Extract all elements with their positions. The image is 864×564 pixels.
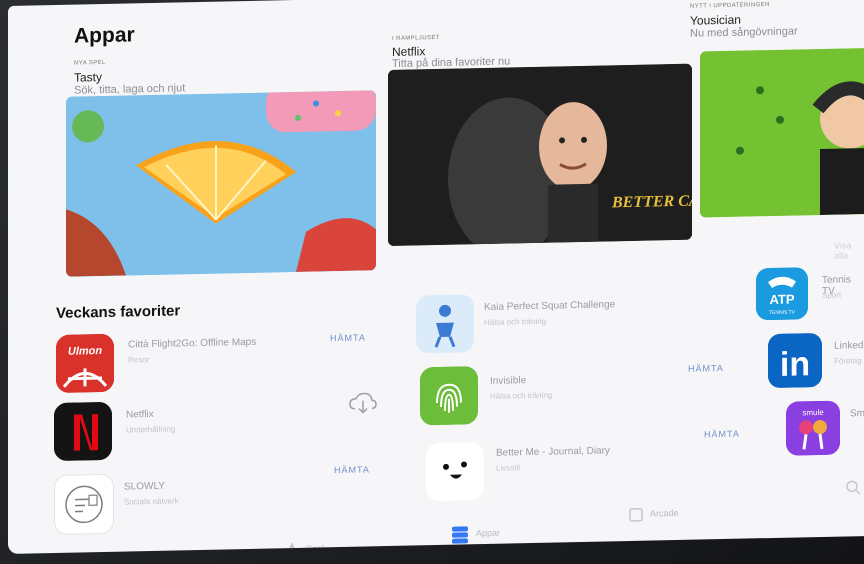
svg-text:Ulmon: Ulmon [68, 345, 102, 358]
search-icon[interactable] [844, 478, 862, 501]
smiley-icon[interactable] [426, 442, 484, 502]
list-item-subtitle: Underhållning [126, 424, 176, 435]
squat-icon[interactable] [416, 294, 474, 354]
tab-apps[interactable]: Appar [476, 528, 500, 539]
svg-text:smule: smule [802, 408, 824, 417]
ulmon-icon[interactable]: Ulmon [56, 333, 114, 393]
get-button[interactable]: HÄMTA [688, 363, 724, 374]
list-item-name[interactable]: Netflix [126, 409, 154, 421]
list-item-name[interactable]: SLOWLY [124, 481, 165, 493]
list-item-name[interactable]: Better Me - Journal, Diary [496, 445, 610, 458]
featured-subtitle: Nu med sångövningar [690, 25, 798, 40]
featured-eyebrow: NYA SPEL [74, 59, 106, 67]
list-item-name[interactable]: Invisible [490, 375, 526, 387]
fingerprint-icon[interactable] [420, 366, 478, 426]
featured-name[interactable]: Yousician [690, 13, 741, 28]
list-item-subtitle: Sport [822, 290, 842, 300]
arcade-icon[interactable] [628, 507, 644, 528]
list-item-subtitle: Livsstil [496, 463, 521, 473]
featured-card-yousician[interactable] [700, 47, 864, 218]
list-item-name[interactable]: Kaia Perfect Squat Challenge [484, 299, 615, 313]
page-title: Appar [74, 23, 135, 48]
slowly-icon[interactable] [54, 473, 114, 536]
list-item-name[interactable]: Città Flight2Go: Offline Maps [128, 337, 256, 351]
app-store-screen: Appar NYA SPEL Tasty Sök, titta, laga oc… [8, 0, 864, 555]
list-item-name[interactable]: LinkedIn [834, 340, 864, 352]
tasty-artwork [66, 90, 376, 277]
netflix-icon[interactable] [54, 401, 112, 462]
svg-text:TENNIS TV: TENNIS TV [769, 310, 796, 317]
list-item-subtitle: Hälsa och träning [484, 316, 547, 328]
atp-icon[interactable]: ATP TENNIS TV [756, 267, 808, 321]
list-item-subtitle: Sociala nätverk [124, 496, 179, 507]
section-title: Veckans favoriter [56, 302, 181, 322]
list-item-subtitle: Företag [834, 356, 862, 366]
list-item-subtitle: Hälsa och träning [490, 390, 553, 401]
svg-text:ATP: ATP [769, 292, 794, 308]
cloud-download-icon[interactable] [348, 392, 378, 420]
device-frame: Appar NYA SPEL Tasty Sök, titta, laga oc… [0, 0, 864, 564]
linkedin-icon[interactable]: in [768, 332, 822, 389]
featured-eyebrow: I RAMPLJUSET [392, 34, 440, 42]
yousician-artwork [700, 47, 864, 218]
tab-arcade[interactable]: Arcade [650, 508, 679, 519]
get-button[interactable]: HÄMTA [330, 333, 366, 344]
featured-card-tasty[interactable] [66, 90, 376, 277]
tab-games[interactable]: Spel [306, 543, 324, 553]
netflix-artwork: BETTER CALL Saul [388, 63, 692, 247]
list-item-name[interactable]: Smule [850, 408, 864, 420]
list-item-subtitle: Resor [128, 355, 150, 365]
see-all-link[interactable]: Visa alla [834, 240, 864, 260]
featured-name[interactable]: Tasty [74, 70, 102, 85]
featured-eyebrow: NYTT I UPPDATERINGEN [690, 2, 770, 10]
get-button[interactable]: HÄMTA [704, 429, 740, 440]
featured-card-netflix[interactable]: BETTER CALL Saul [388, 63, 692, 247]
rocket-icon[interactable] [284, 540, 300, 554]
smule-icon[interactable]: smule [786, 400, 840, 456]
apps-icon[interactable] [450, 524, 470, 549]
show-title-text: BETTER CALL Saul [611, 191, 692, 211]
svg-text:in: in [780, 345, 810, 384]
get-button[interactable]: HÄMTA [334, 464, 370, 475]
